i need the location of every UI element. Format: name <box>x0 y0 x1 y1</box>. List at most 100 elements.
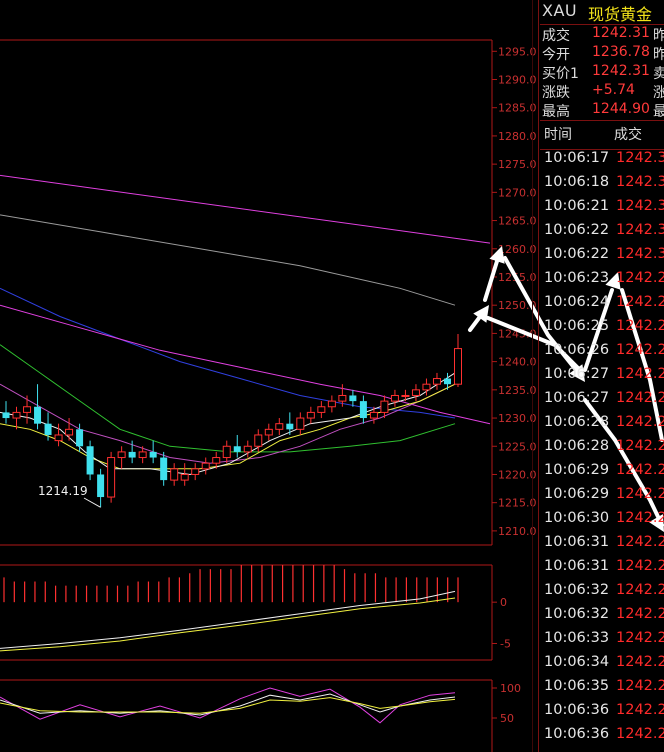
tick-price: 1242.2 <box>616 438 664 454</box>
tick-price: 1242.3 <box>616 222 664 238</box>
candle-body <box>432 378 441 385</box>
candle-body <box>149 451 157 458</box>
candle-body <box>327 400 336 408</box>
tick-time: 10:06:27 <box>544 366 610 382</box>
tick-row[interactable]: 10:06:31 1242.2 <box>540 534 664 558</box>
tick-row[interactable]: 10:06:27 1242.2 <box>540 366 664 390</box>
tick-price: 1242.2 <box>616 486 664 502</box>
candle-body <box>380 400 389 413</box>
tick-row[interactable]: 10:06:17 1242.3 <box>540 150 664 174</box>
candle <box>264 423 273 441</box>
candle <box>160 451 168 486</box>
tick-row[interactable]: 10:06:24 1242.2 <box>540 294 664 318</box>
candle <box>349 389 357 407</box>
candle-body <box>401 394 410 397</box>
tick-price: 1242.2 <box>616 702 664 718</box>
candle-body <box>212 457 221 464</box>
tick-row[interactable]: 10:06:31 1242.2 <box>540 558 664 582</box>
tick-time: 10:06:23 <box>544 270 610 286</box>
price-tick-label: 1225.0 <box>498 440 537 453</box>
ma-magenta-long <box>0 174 491 244</box>
candle-body <box>180 473 189 481</box>
tick-row[interactable]: 10:06:32 1242.2 <box>540 606 664 630</box>
symbol-name: 现货黄金 <box>588 5 653 24</box>
tick-row[interactable]: 10:06:21 1242.3 <box>540 198 664 222</box>
tick-row[interactable]: 10:06:33 1242.2 <box>540 630 664 654</box>
tick-time: 10:06:18 <box>544 174 610 190</box>
tick-row[interactable]: 10:06:23 1242.2 <box>540 270 664 294</box>
tick-price: 1242.2 <box>616 678 664 694</box>
quote-value: 1242.31 <box>592 63 650 79</box>
candle-body <box>264 428 273 436</box>
tick-row[interactable]: 10:06:25 1242.2 <box>540 318 664 342</box>
chart-frames <box>0 39 493 546</box>
tick-row[interactable]: 10:06:29 1242.2 <box>540 486 664 510</box>
price-tick-label: 1220.0 <box>498 468 537 481</box>
quote-extra-label: 卖 <box>653 66 664 82</box>
candle <box>201 457 210 475</box>
candle-body <box>349 395 357 402</box>
quote-row: 今开 1236.78 昨 <box>540 44 664 63</box>
tick-time: 10:06:31 <box>544 558 610 574</box>
tick-row[interactable]: 10:06:30 1242.2 <box>540 510 664 534</box>
candle-body <box>97 474 105 498</box>
candle-body <box>233 446 241 452</box>
kdj-magenta <box>0 687 456 724</box>
tick-row[interactable]: 10:06:28 1242.2 <box>540 438 664 462</box>
quote-extra-label: 昨 <box>653 47 664 63</box>
tick-price: 1242.3 <box>616 246 664 262</box>
candle-body <box>44 423 52 435</box>
tick-row[interactable]: 10:06:29 1242.2 <box>540 462 664 486</box>
tick-row[interactable]: 10:06:32 1242.2 <box>540 582 664 606</box>
price-tick-label: 1240.0 <box>498 356 537 369</box>
tick-price: 1242.2 <box>616 318 664 334</box>
ma-white <box>0 372 456 476</box>
tick-time: 10:06:26 <box>544 342 610 358</box>
tick-list-header: 时间 成交 <box>540 120 664 150</box>
candle <box>97 468 105 508</box>
quote-value: +5.74 <box>592 82 635 98</box>
price-tick-label: 1280.0 <box>498 130 537 143</box>
tick-time: 10:06:22 <box>544 246 610 262</box>
tick-price: 1242.2 <box>616 342 664 358</box>
candle <box>54 423 63 447</box>
candle-body <box>454 348 462 385</box>
tick-row[interactable]: 10:06:22 1242.3 <box>540 246 664 270</box>
tick-price: 1242.2 <box>616 366 664 382</box>
candle <box>327 395 336 413</box>
tick-row[interactable]: 10:06:36 1242.2 <box>540 702 664 726</box>
tick-row[interactable]: 10:06:35 1242.2 <box>540 678 664 702</box>
tick-time: 10:06:27 <box>544 390 610 406</box>
candle-body <box>359 401 367 419</box>
price-axis: 1295.0 1290.0 1285.0 1280.0 1275.0 1270.0 1265… <box>492 45 537 538</box>
tick-time: 10:06:36 <box>544 726 610 742</box>
tick-price: 1242.2 <box>616 654 664 670</box>
kdj-panel: 100 50 <box>0 679 521 752</box>
candle <box>117 446 126 469</box>
tick-time: 10:06:29 <box>544 486 610 502</box>
tick-row[interactable]: 10:06:27 1242.2 <box>540 390 664 414</box>
tick-row[interactable]: 10:06:34 1242.2 <box>540 654 664 678</box>
tick-row[interactable]: 10:06:28 1242.2 <box>540 414 664 438</box>
price-tick-label: 1290.0 <box>498 73 537 86</box>
candle-body <box>286 423 294 430</box>
candle-body <box>390 394 399 402</box>
candle-body <box>2 412 10 419</box>
macd-panel: 0 -5 <box>0 564 511 661</box>
tick-time: 10:06:34 <box>544 654 610 670</box>
tick-row[interactable]: 10:06:26 1242.2 <box>540 342 664 366</box>
tick-time: 10:06:31 <box>544 534 610 550</box>
tick-row[interactable]: 10:06:36 1242.2 <box>540 726 664 750</box>
price-tick-label: 1265.0 <box>498 215 537 228</box>
candle <box>2 401 10 424</box>
tick-price: 1242.2 <box>616 270 664 286</box>
price-tick-label: 1260.0 <box>498 243 537 256</box>
tick-time: 10:06:17 <box>544 150 610 166</box>
candle-body <box>160 457 168 481</box>
candle-body <box>107 457 116 498</box>
candle-body <box>23 406 32 413</box>
macd-tick-label: 0 <box>500 596 507 609</box>
tick-row[interactable]: 10:06:22 1242.3 <box>540 222 664 246</box>
tick-row[interactable]: 10:06:18 1242.3 <box>540 174 664 198</box>
candle-body <box>443 378 451 385</box>
